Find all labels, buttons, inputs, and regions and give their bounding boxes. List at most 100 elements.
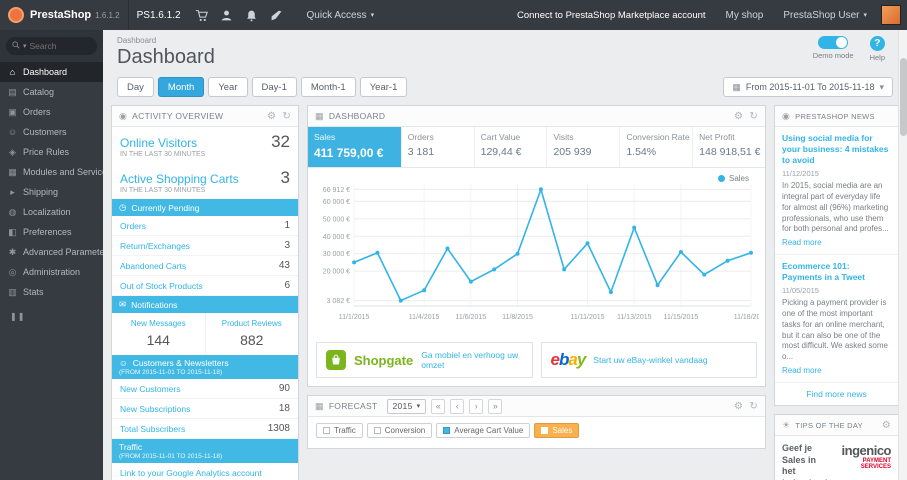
demo-mode-toggle[interactable]: Demo mode [813, 36, 854, 62]
user-menu[interactable]: PrestaShop User ▾ [773, 0, 877, 30]
google-analytics-link[interactable]: Link to your Google Analytics account [112, 463, 298, 480]
kpi-orders[interactable]: Orders 3 181 [402, 127, 475, 167]
refresh-icon[interactable]: ↻ [749, 401, 758, 412]
kpi-cart-value[interactable]: Cart Value 129,44 € [475, 127, 548, 167]
panel-title: PRESTASHOP NEWS [795, 111, 875, 121]
kpi-visits[interactable]: Visits 205 939 [547, 127, 621, 167]
ebay-promo[interactable]: ebay Start uw eBay-winkel vandaag [540, 342, 757, 378]
sidebar-item-localization[interactable]: ◍ Localization [0, 202, 103, 222]
active-carts-link[interactable]: Active Shopping Carts [120, 172, 239, 186]
filter-month-1-button[interactable]: Month-1 [300, 77, 356, 97]
shop-name[interactable]: PS1.6.1.2 [137, 10, 181, 21]
kpi-conversion-rate[interactable]: Conversion Rate 1.54% [620, 127, 694, 167]
sidebar-item-shipping[interactable]: ▸ Shipping [0, 182, 103, 202]
avatar[interactable] [881, 5, 901, 25]
pending-returns-row[interactable]: Return/Exchanges 3 [112, 236, 298, 256]
row-link[interactable]: Total Subscribers [120, 424, 185, 434]
marketplace-link[interactable]: Connect to PrestaShop Marketplace accoun… [507, 0, 716, 30]
row-link[interactable]: Out of Stock Products [120, 281, 203, 291]
new-customers-row[interactable]: New Customers 90 [112, 379, 298, 399]
kpi-net-profit[interactable]: Net Profit 148 918,51 € [693, 127, 765, 167]
my-shop-link[interactable]: My shop [716, 0, 774, 30]
news-title-link[interactable]: Using social media for your business: 4 … [782, 133, 891, 166]
ebay-link[interactable]: Start uw eBay-winkel vandaag [593, 355, 707, 365]
new-messages-cell[interactable]: New Messages 144 [112, 313, 205, 355]
sidebar-item-administration[interactable]: ◎ Administration [0, 262, 103, 282]
help-icon[interactable]: ? [869, 36, 885, 51]
gear-icon[interactable]: ⚙ [267, 111, 276, 122]
product-reviews-cell[interactable]: Product Reviews 882 [204, 313, 299, 355]
sidebar-item-advanced-parameters[interactable]: ✱ Advanced Parameters [0, 242, 103, 262]
sidebar-collapse-icon[interactable]: ❚❚ [0, 302, 103, 331]
out-of-stock-row[interactable]: Out of Stock Products 6 [112, 276, 298, 296]
row-link[interactable]: New Customers [120, 384, 180, 394]
shopgate-link[interactable]: Ga mobiel en verhoog uw omzet [421, 350, 522, 370]
search-scope-caret-icon[interactable]: ▾ [23, 42, 27, 50]
gear-icon[interactable]: ⚙ [734, 111, 743, 122]
first-page-button[interactable]: « [431, 398, 446, 414]
prev-page-button[interactable]: ‹ [450, 398, 465, 414]
filter-month-button[interactable]: Month [157, 77, 205, 97]
row-link[interactable]: New Subscriptions [120, 404, 190, 414]
svg-text:30 000 €: 30 000 € [323, 251, 350, 258]
forecast-avg-cart-chip[interactable]: Average Cart Value [436, 423, 531, 438]
vertical-scrollbar[interactable] [898, 30, 907, 480]
user-icon[interactable] [220, 9, 233, 22]
forecast-traffic-chip[interactable]: Traffic [316, 423, 363, 438]
row-link[interactable]: Abandoned Carts [120, 261, 186, 271]
forecast-conversion-chip[interactable]: Conversion [366, 423, 433, 438]
filter-year-1-button[interactable]: Year-1 [359, 77, 408, 97]
abandoned-carts-row[interactable]: Abandoned Carts 43 [112, 256, 298, 276]
refresh-icon[interactable]: ↻ [749, 111, 758, 122]
quick-access-menu[interactable]: Quick Access ▾ [297, 0, 385, 30]
online-visitors-link[interactable]: Online Visitors [120, 136, 197, 150]
forecast-year-select[interactable]: 2015 ▾ [386, 398, 427, 414]
news-title-link[interactable]: Ecommerce 101: Payments in a Tweet [782, 261, 891, 283]
sidebar-item-dashboard[interactable]: ⌂ Dashboard [0, 62, 103, 82]
cart-icon[interactable] [195, 9, 208, 22]
kpi-sales[interactable]: Sales 411 759,00 € [308, 127, 402, 167]
next-page-button[interactable]: › [469, 398, 484, 414]
search-input[interactable] [29, 41, 82, 51]
sidebar-item-stats[interactable]: ▥ Stats [0, 282, 103, 302]
cell-label[interactable]: Product Reviews [210, 319, 295, 328]
pending-orders-row[interactable]: Orders 1 [112, 216, 298, 236]
forecast-sales-chip[interactable]: Sales [534, 423, 580, 438]
read-more-link[interactable]: Read more [782, 238, 891, 247]
toggle-switch[interactable] [818, 36, 849, 49]
total-subscribers-row[interactable]: Total Subscribers 1308 [112, 419, 298, 439]
new-subscriptions-row[interactable]: New Subscriptions 18 [112, 399, 298, 419]
find-more-news-link[interactable]: Find more news [775, 383, 898, 405]
date-range-picker[interactable]: ▦ From 2015-11-01 To 2015-11-18 ▾ [723, 77, 893, 97]
shopgate-promo[interactable]: Shopgate Ga mobiel en verhoog uw omzet [316, 342, 533, 378]
gear-icon[interactable]: ⚙ [882, 420, 891, 431]
sidebar-item-preferences[interactable]: ◧ Preferences [0, 222, 103, 242]
help-button[interactable]: ? Help [870, 36, 885, 62]
sidebar-item-orders[interactable]: ▣ Orders [0, 102, 103, 122]
refresh-icon[interactable]: ↻ [282, 111, 291, 122]
bell-icon[interactable] [245, 9, 258, 22]
filter-day-button[interactable]: Day [117, 77, 154, 97]
rocket-icon[interactable] [270, 9, 283, 22]
sidebar-item-modules[interactable]: ▦ Modules and Services [0, 162, 103, 182]
sidebar-search[interactable]: ▾ [6, 37, 97, 55]
sidebar-item-catalog[interactable]: ▤ Catalog [0, 82, 103, 102]
read-more-link[interactable]: Read more [782, 366, 891, 375]
row-link[interactable]: Return/Exchanges [120, 241, 190, 251]
row-link[interactable]: Orders [120, 221, 146, 231]
active-carts-value: 3 [280, 168, 290, 187]
sidebar-item-customers[interactable]: ☺ Customers [0, 122, 103, 142]
gear-icon[interactable]: ⚙ [734, 401, 743, 412]
filter-day-1-button[interactable]: Day-1 [251, 77, 297, 97]
active-carts-row[interactable]: Active Shopping Carts 3 [112, 163, 298, 186]
cell-label[interactable]: New Messages [116, 319, 201, 328]
sales-chart[interactable]: 11/1/2015 11/4/2015 11/6/2015 11/8/2015 11/1… [314, 174, 759, 334]
filter-year-button[interactable]: Year [208, 77, 248, 97]
stats-icon: ▥ [8, 286, 17, 297]
scrollbar-thumb[interactable] [900, 58, 907, 136]
news-item: Ecommerce 101: Payments in a Tweet 11/05… [775, 255, 898, 383]
breadcrumb[interactable]: Dashboard [117, 36, 893, 45]
online-visitors-row[interactable]: Online Visitors 32 [112, 127, 298, 150]
sidebar-item-price-rules[interactable]: ◈ Price Rules [0, 142, 103, 162]
last-page-button[interactable]: » [488, 398, 503, 414]
